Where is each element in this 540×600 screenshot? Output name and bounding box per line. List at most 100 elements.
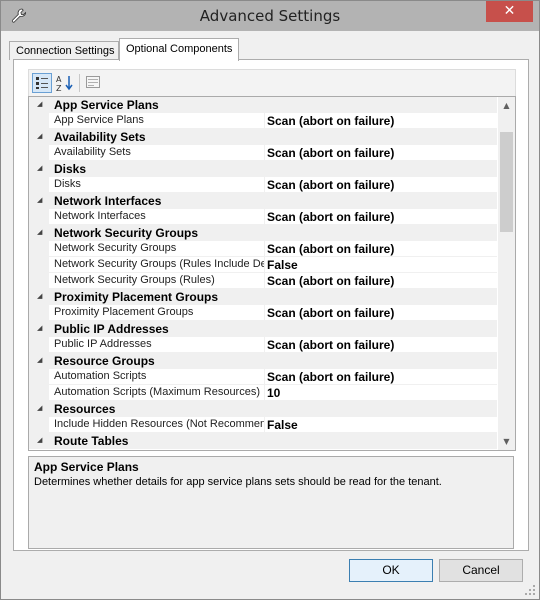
column-divider[interactable] (264, 369, 265, 385)
collapse-toggle-icon[interactable]: ◢ (37, 228, 42, 236)
category-row[interactable]: ◢ App Service Plans (29, 97, 497, 113)
property-value[interactable]: Scan (abort on failure) (267, 178, 394, 192)
collapse-toggle-icon[interactable]: ◢ (37, 292, 42, 300)
column-divider[interactable] (264, 209, 265, 225)
category-row[interactable]: ◢ Availability Sets (29, 129, 497, 145)
alphabetical-sort-button[interactable]: A Z (55, 73, 75, 93)
svg-text:A: A (56, 75, 62, 84)
property-pages-button[interactable] (84, 73, 104, 93)
category-label: Resource Groups (54, 354, 155, 368)
column-divider[interactable] (264, 385, 265, 401)
property-value[interactable]: False (267, 418, 298, 432)
property-name: Network Interfaces (54, 210, 146, 222)
property-row[interactable]: Proximity Placement Groups Scan (abort on… (29, 305, 497, 321)
property-row[interactable]: Disks Scan (abort on failure) (29, 177, 497, 193)
tab-optional-components[interactable]: Optional Components (119, 38, 239, 61)
tab-connection-settings[interactable]: Connection Settings (9, 41, 119, 60)
property-row[interactable]: Public IP Addresses Scan (abort on failur… (29, 337, 497, 353)
collapse-toggle-icon[interactable]: ◢ (37, 404, 42, 412)
row-margin (29, 177, 49, 193)
ok-button[interactable]: OK (349, 559, 433, 582)
property-row[interactable]: Network Interfaces Scan (abort on failure… (29, 209, 497, 225)
collapse-toggle-icon[interactable]: ◢ (37, 100, 42, 108)
resize-grip-icon[interactable] (524, 584, 536, 596)
categorized-view-icon (36, 77, 48, 89)
row-margin (29, 113, 49, 129)
category-row[interactable]: ◢ Route Tables (29, 433, 497, 449)
row-margin (29, 273, 49, 289)
column-divider[interactable] (264, 305, 265, 321)
description-title: App Service Plans (34, 460, 139, 474)
property-row[interactable]: Include Hidden Resources (Not Recommende… (29, 417, 497, 433)
property-value[interactable]: Scan (abort on failure) (267, 338, 394, 352)
category-row[interactable]: ◢ Resources (29, 401, 497, 417)
column-divider[interactable] (264, 257, 265, 273)
categorized-view-button[interactable] (32, 73, 52, 93)
property-value[interactable]: Scan (abort on failure) (267, 114, 394, 128)
property-name: Proximity Placement Groups (54, 306, 194, 318)
vertical-scrollbar[interactable]: ▲ ▼ (498, 97, 515, 450)
description-text: Determines whether details for app servi… (34, 476, 442, 488)
scroll-thumb[interactable] (500, 132, 513, 232)
column-divider[interactable] (264, 113, 265, 129)
collapse-toggle-icon[interactable]: ◢ (37, 164, 42, 172)
row-margin (29, 417, 49, 433)
cancel-button[interactable]: Cancel (439, 559, 523, 582)
property-value[interactable]: Scan (abort on failure) (267, 146, 394, 160)
property-row[interactable]: App Service Plans Scan (abort on failure) (29, 113, 497, 129)
collapse-toggle-icon[interactable]: ◢ (37, 356, 42, 364)
scroll-up-arrow-icon[interactable]: ▲ (498, 97, 515, 114)
column-divider[interactable] (264, 417, 265, 433)
property-value[interactable]: Scan (abort on failure) (267, 306, 394, 320)
collapse-toggle-icon[interactable]: ◢ (37, 436, 42, 444)
title-bar[interactable]: Advanced Settings ✕ (1, 1, 539, 31)
row-margin (29, 209, 49, 225)
property-value[interactable]: Scan (abort on failure) (267, 274, 394, 288)
category-label: Network Security Groups (54, 226, 199, 240)
property-name: Network Security Groups (Rules) (54, 274, 215, 286)
property-value[interactable]: Scan (abort on failure) (267, 242, 394, 256)
property-row[interactable]: Automation Scripts (Maximum Resources) 10 (29, 385, 497, 401)
category-row[interactable]: ◢ Proximity Placement Groups (29, 289, 497, 305)
alphabetical-sort-icon: A Z (56, 75, 73, 93)
property-name: Include Hidden Resources (Not Recommende… (54, 418, 264, 430)
column-divider[interactable] (264, 273, 265, 289)
collapse-toggle-icon[interactable]: ◢ (37, 196, 42, 204)
description-pane: App Service Plans Determines whether det… (28, 456, 514, 549)
property-row[interactable]: Availability Sets Scan (abort on failure) (29, 145, 497, 161)
property-grid[interactable]: ◢ App Service Plans App Service Plans Scan … (28, 96, 516, 451)
column-divider[interactable] (264, 241, 265, 257)
row-margin (29, 257, 49, 273)
close-button[interactable]: ✕ (486, 1, 533, 22)
category-row[interactable]: ◢ Network Security Groups (29, 225, 497, 241)
property-row[interactable]: Automation Scripts Scan (abort on failure… (29, 369, 497, 385)
category-row[interactable]: ◢ Network Interfaces (29, 193, 497, 209)
category-row[interactable]: ◢ Public IP Addresses (29, 321, 497, 337)
property-value[interactable]: 10 (267, 386, 280, 400)
property-value[interactable]: False (267, 258, 298, 272)
property-value[interactable]: Scan (abort on failure) (267, 210, 394, 224)
property-row[interactable]: Network Security Groups (Rules Include D… (29, 257, 497, 273)
column-divider[interactable] (264, 337, 265, 353)
row-margin (29, 369, 49, 385)
toolbar-separator (79, 74, 80, 92)
category-label: Public IP Addresses (54, 322, 169, 336)
category-row[interactable]: ◢ Disks (29, 161, 497, 177)
property-name: Public IP Addresses (54, 338, 152, 350)
column-divider[interactable] (264, 177, 265, 193)
property-row[interactable]: Network Security Groups Scan (abort on fa… (29, 241, 497, 257)
row-margin (29, 337, 49, 353)
column-divider[interactable] (264, 145, 265, 161)
window-title: Advanced Settings (199, 7, 341, 25)
category-row[interactable]: ◢ Resource Groups (29, 353, 497, 369)
category-label: Route Tables (54, 434, 129, 448)
collapse-toggle-icon[interactable]: ◢ (37, 324, 42, 332)
advanced-settings-window: Advanced Settings ✕ Connection Settings … (0, 0, 540, 600)
property-value[interactable]: Scan (abort on failure) (267, 370, 394, 384)
property-name: Network Security Groups (54, 242, 177, 254)
collapse-toggle-icon[interactable]: ◢ (37, 132, 42, 140)
category-label: Proximity Placement Groups (54, 290, 219, 304)
scroll-down-arrow-icon[interactable]: ▼ (498, 433, 515, 450)
property-row[interactable]: Network Security Groups (Rules) Scan (abo… (29, 273, 497, 289)
property-pages-icon (86, 76, 100, 88)
